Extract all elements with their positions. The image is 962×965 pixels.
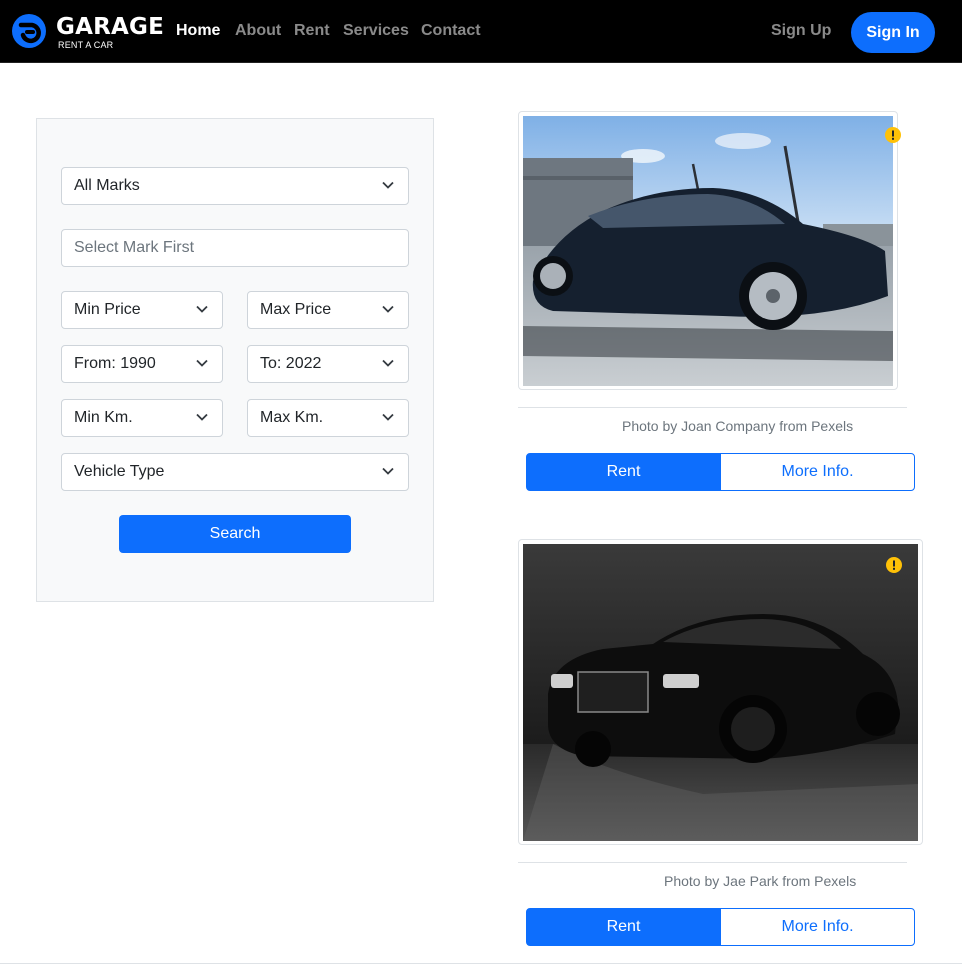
chevron-down-icon: [382, 305, 394, 313]
max-km-value: Max Km.: [260, 409, 324, 426]
chevron-down-icon: [196, 413, 208, 421]
vehicle-type-select[interactable]: Vehicle Type: [61, 453, 409, 491]
brand-title: GARAGE: [56, 14, 164, 40]
year-to-value: To: 2022: [260, 355, 322, 372]
chevron-down-icon: [196, 305, 208, 313]
sign-up-link[interactable]: Sign Up: [771, 22, 831, 40]
min-price-select[interactable]: Min Price: [61, 291, 223, 329]
chevron-down-icon: [196, 359, 208, 367]
mark-select-value: All Marks: [74, 177, 140, 194]
min-price-value: Min Price: [74, 301, 141, 318]
black-luxury-car-photo: [523, 544, 918, 841]
model-field[interactable]: Select Mark First: [61, 229, 409, 267]
sign-in-button[interactable]: Sign In: [851, 12, 935, 53]
warning-icon: [885, 127, 901, 143]
more-info-button[interactable]: More Info.: [720, 453, 915, 491]
photo-credit: Photo by Joan Company from Pexels: [622, 418, 854, 434]
mark-select[interactable]: All Marks: [61, 167, 409, 205]
dark-blue-sedan-photo: [523, 116, 893, 386]
brand-subtitle: RENT A CAR: [58, 40, 114, 50]
rent-button[interactable]: Rent: [526, 908, 721, 946]
search-filter-panel: All Marks Select Mark First Min Price Ma…: [36, 118, 434, 602]
navbar: GARAGE RENT A CAR Home About Rent Servic…: [0, 0, 962, 63]
vehicle-type-value: Vehicle Type: [74, 463, 165, 480]
nav-rent[interactable]: Rent: [294, 22, 330, 40]
year-from-select[interactable]: From: 1990: [61, 345, 223, 383]
more-info-button[interactable]: More Info.: [720, 908, 915, 946]
car-action-group: Rent More Info.: [526, 453, 915, 491]
min-km-value: Min Km.: [74, 409, 133, 426]
warning-icon: [886, 557, 902, 573]
nav-services[interactable]: Services: [343, 22, 409, 40]
max-km-select[interactable]: Max Km.: [247, 399, 409, 437]
model-field-placeholder: Select Mark First: [74, 239, 195, 256]
chevron-down-icon: [382, 467, 394, 475]
year-from-value: From: 1990: [74, 355, 156, 372]
car-action-group: Rent More Info.: [526, 908, 915, 946]
max-price-select[interactable]: Max Price: [247, 291, 409, 329]
card-divider: [518, 862, 907, 863]
rent-button[interactable]: Rent: [526, 453, 721, 491]
page-bottom-divider: [0, 963, 962, 964]
nav-home[interactable]: Home: [176, 22, 220, 40]
card-divider: [518, 407, 907, 408]
car-image-frame[interactable]: [518, 111, 901, 390]
max-price-value: Max Price: [260, 301, 332, 318]
chevron-down-icon: [382, 181, 394, 189]
year-to-select[interactable]: To: 2022: [247, 345, 409, 383]
chevron-down-icon: [382, 413, 394, 421]
garage-logo-icon: [12, 14, 46, 48]
nav-about[interactable]: About: [235, 22, 281, 40]
chevron-down-icon: [382, 359, 394, 367]
photo-credit: Photo by Jae Park from Pexels: [664, 873, 857, 889]
min-km-select[interactable]: Min Km.: [61, 399, 223, 437]
search-button[interactable]: Search: [119, 515, 351, 553]
nav-contact[interactable]: Contact: [421, 22, 481, 40]
car-image-frame[interactable]: [518, 539, 923, 845]
brand-logo[interactable]: GARAGE RENT A CAR: [11, 13, 164, 53]
